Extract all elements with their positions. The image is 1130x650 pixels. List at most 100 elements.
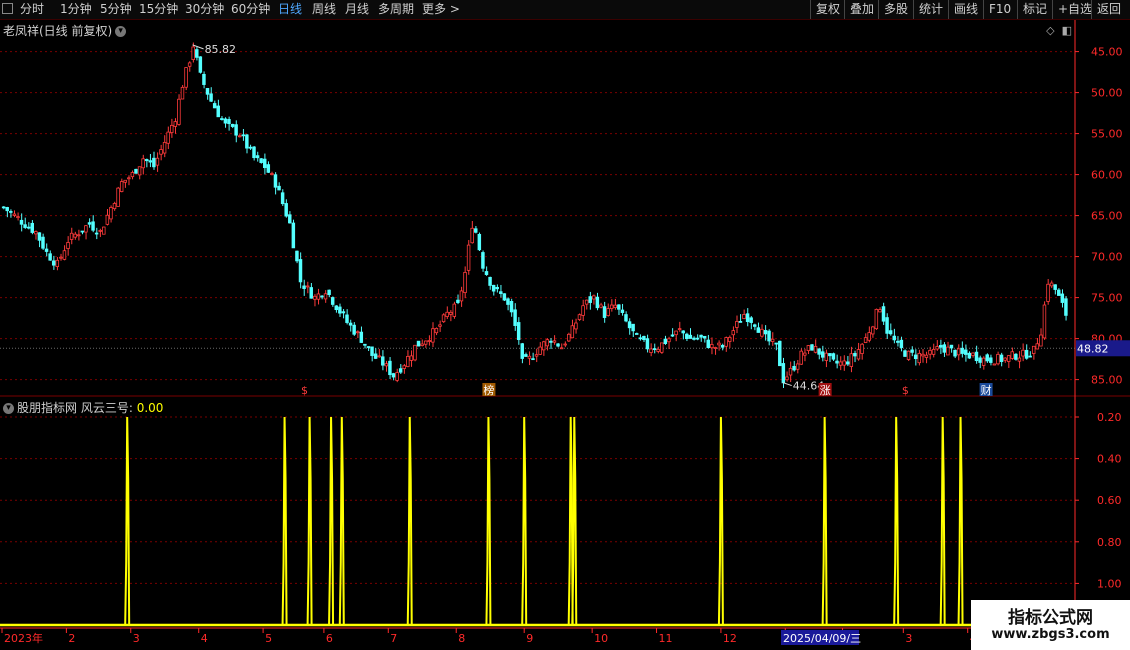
candle-up: [806, 345, 811, 352]
candle-up: [803, 352, 807, 356]
candle-down: [87, 222, 92, 225]
indicator-title: ▾ 股朋指标网 风云三号: 0.00: [3, 399, 163, 416]
candle-up: [159, 149, 163, 155]
candle-up: [402, 365, 406, 369]
watermark-url: www.zbgs3.com: [991, 627, 1110, 642]
candle-down: [26, 226, 31, 229]
candle-down: [820, 351, 825, 358]
candle-down: [456, 299, 460, 303]
candle-down: [885, 317, 889, 334]
candle-up: [1017, 357, 1022, 362]
candle-down: [80, 230, 85, 233]
time-tick-label: 4: [201, 632, 208, 645]
candle-down: [774, 342, 778, 345]
candle-up: [466, 244, 471, 271]
candle-down: [634, 333, 639, 335]
candle-up: [116, 187, 120, 207]
candle-down: [48, 253, 52, 261]
candle-down: [692, 337, 696, 340]
candle-up: [795, 363, 800, 370]
candle-up: [123, 179, 127, 183]
time-tick-label: 2023年: [4, 631, 43, 645]
candle-down: [23, 224, 27, 228]
candle-up: [724, 337, 728, 347]
candle-up: [406, 356, 410, 368]
event-marker-4: $: [902, 384, 909, 397]
candle-up: [427, 340, 432, 342]
candle-up: [867, 332, 871, 341]
candle-up: [799, 350, 803, 365]
candle-up: [377, 355, 381, 358]
candle-up: [66, 242, 70, 249]
candle-down: [230, 123, 235, 127]
candle-down: [663, 338, 668, 344]
chevron-down-icon[interactable]: ▾: [3, 403, 14, 414]
candle-up: [842, 360, 846, 366]
candle-up: [141, 158, 145, 169]
candle-down: [266, 164, 271, 173]
candle-down: [298, 259, 303, 283]
candle-up: [863, 337, 868, 343]
candle-up: [323, 293, 328, 300]
candle-down: [227, 119, 231, 125]
panel-toggle-icon[interactable]: ◧: [1062, 24, 1072, 37]
candle-up: [649, 348, 653, 353]
candle-down: [745, 313, 750, 323]
signal-spike: [821, 416, 828, 626]
candle-down: [967, 352, 972, 359]
candle-down: [953, 349, 957, 357]
candle-down: [495, 286, 499, 290]
watermark-title: 指标公式网: [1008, 608, 1093, 628]
chart-canvas[interactable]: 85.00 8 0.00 75.00 70.00 65.00 60.00 55.00 50.00…: [0, 0, 1130, 650]
candle-down: [516, 322, 521, 341]
candle-down: [913, 354, 918, 360]
price-tick-label: 50.00: [1091, 87, 1123, 100]
candle-up: [1039, 334, 1043, 347]
candle-up: [770, 338, 775, 342]
candle-down: [835, 360, 839, 364]
candle-up: [237, 135, 242, 138]
candle-up: [355, 331, 360, 334]
indicator-tick-label: 0.80: [1097, 536, 1122, 549]
stock-name-label: 老凤祥(日线 前复权): [3, 24, 113, 38]
candle-down: [338, 306, 342, 314]
candle-down: [134, 168, 138, 174]
candle-up: [606, 308, 610, 317]
candle-up: [660, 342, 664, 353]
candle-down: [506, 298, 510, 305]
candle-down: [792, 365, 796, 371]
candle-up: [137, 166, 142, 176]
candle-up: [420, 343, 424, 346]
candle-up: [567, 333, 571, 342]
candle-down: [892, 335, 896, 341]
candle-up: [971, 352, 975, 356]
candle-down: [699, 334, 703, 338]
candle-down: [484, 271, 489, 275]
candle-down: [706, 339, 710, 349]
candle-down: [778, 340, 782, 367]
candle-down: [695, 337, 700, 340]
candle-up: [727, 336, 732, 342]
chevron-down-icon[interactable]: ▾: [115, 26, 127, 37]
candle-up: [713, 347, 718, 349]
candle-up: [1003, 357, 1007, 361]
candle-down: [416, 340, 421, 347]
candle-up: [470, 227, 474, 244]
candle-up: [856, 349, 861, 360]
candle-down: [509, 301, 514, 313]
candle-up: [717, 342, 721, 346]
candle-down: [845, 361, 850, 365]
main-chart-title: 老凤祥(日线 前复权) ▾: [3, 22, 127, 39]
candle-up: [878, 309, 882, 313]
candle-down: [978, 357, 982, 363]
candle-up: [785, 376, 789, 381]
candle-up: [413, 344, 417, 361]
diamond-icon[interactable]: ◇: [1046, 24, 1054, 37]
candle-down: [853, 353, 857, 357]
candle-up: [1046, 283, 1050, 302]
candle-down: [513, 309, 517, 326]
candle-down: [960, 347, 964, 354]
candle-down: [481, 252, 485, 269]
candle-down: [556, 343, 560, 347]
candle-up: [931, 348, 936, 355]
